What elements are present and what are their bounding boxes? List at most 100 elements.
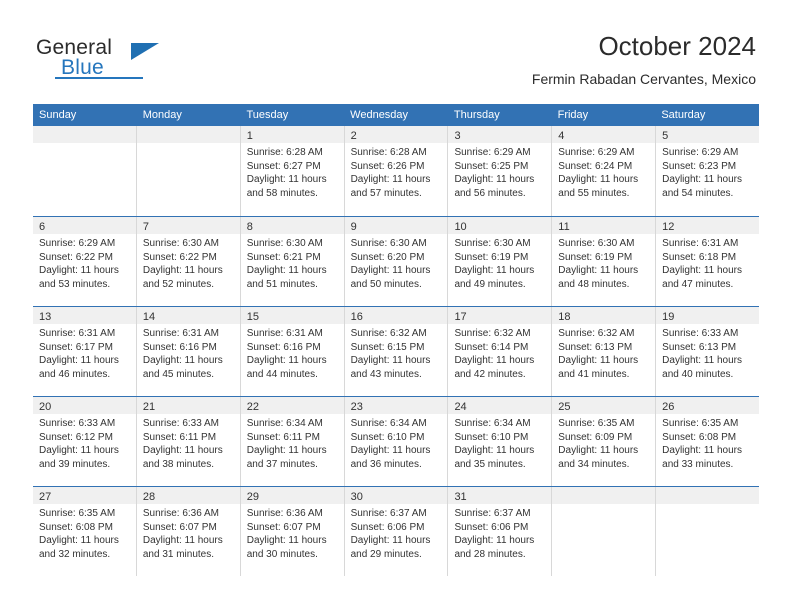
calendar-day-cell[interactable]: 24 Sunrise: 6:34 AM Sunset: 6:10 PM Dayligh… [447, 397, 552, 486]
calendar-day-cell[interactable]: 11 Sunrise: 6:30 AM Sunset: 6:19 PM Dayligh… [551, 217, 656, 306]
day-number-band: 23 [344, 397, 448, 414]
day-number-band [552, 487, 656, 504]
day-number: 25 [558, 401, 571, 413]
day-number: 4 [558, 130, 565, 142]
day-number-band: 1 [240, 126, 344, 143]
calendar-day-cell[interactable]: 10 Sunrise: 6:30 AM Sunset: 6:19 PM Dayligh… [447, 217, 552, 306]
daylight-text-line2: and 32 minutes. [39, 548, 111, 560]
calendar-day-cell[interactable]: 20 Sunrise: 6:33 AM Sunset: 6:12 PM Dayligh… [33, 397, 136, 486]
sunrise-text: Sunrise: 6:31 AM [662, 238, 739, 249]
day-number-band: 3 [448, 126, 552, 143]
calendar-day-cell[interactable]: 14 Sunrise: 6:31 AM Sunset: 6:16 PM Dayligh… [135, 307, 240, 396]
calendar-day-cell[interactable]: 4 Sunrise: 6:29 AM Sunset: 6:24 PM Daylight… [551, 126, 656, 216]
calendar-day-cell[interactable]: 19 Sunrise: 6:33 AM Sunset: 6:13 PM Dayligh… [655, 307, 760, 396]
sunrise-text: Sunrise: 6:35 AM [558, 418, 635, 429]
day-number-band: 29 [240, 487, 344, 504]
general-blue-logo[interactable]: General Blue [36, 36, 206, 88]
calendar-day-cell[interactable]: 3 Sunrise: 6:29 AM Sunset: 6:25 PM Daylight… [447, 126, 552, 216]
sunset-text: Sunset: 6:19 PM [558, 251, 633, 263]
calendar-day-cell[interactable]: 17 Sunrise: 6:32 AM Sunset: 6:14 PM Dayligh… [447, 307, 552, 396]
sunrise-text: Sunrise: 6:31 AM [142, 328, 220, 339]
day-number-band: 31 [448, 487, 552, 504]
calendar-day-cell[interactable]: 12 Sunrise: 6:31 AM Sunset: 6:18 PM Dayligh… [655, 217, 760, 306]
sunrise-text: Sunrise: 6:29 AM [662, 147, 739, 158]
daylight-text-line1: Daylight: 11 hours [558, 445, 639, 456]
sunset-text: Sunset: 6:08 PM [662, 431, 737, 443]
day-number: 31 [454, 491, 467, 503]
calendar-day-cell[interactable]: 18 Sunrise: 6:32 AM Sunset: 6:13 PM Dayligh… [551, 307, 656, 396]
calendar-day-cell[interactable]: 13 Sunrise: 6:31 AM Sunset: 6:17 PM Dayligh… [33, 307, 136, 396]
sunset-text: Sunset: 6:13 PM [558, 341, 633, 353]
calendar-day-cell[interactable]: 7 Sunrise: 6:30 AM Sunset: 6:22 PM Daylight… [135, 217, 240, 306]
day-number: 5 [662, 130, 669, 142]
day-sun-info: Sunrise: 6:34 AM Sunset: 6:11 PM Daylight:… [241, 414, 344, 471]
weekday-header-monday: Monday [142, 109, 182, 121]
calendar-day-cell[interactable]: 31 Sunrise: 6:37 AM Sunset: 6:06 PM Dayligh… [447, 487, 552, 576]
sunrise-text: Sunrise: 6:29 AM [39, 238, 116, 249]
page-header: General Blue October 2024 Fermin Rabadan… [0, 0, 792, 100]
daylight-text-line2: and 49 minutes. [454, 278, 526, 290]
sunrise-text: Sunrise: 6:36 AM [246, 508, 323, 519]
calendar-day-cell[interactable]: 25 Sunrise: 6:35 AM Sunset: 6:09 PM Dayligh… [551, 397, 656, 486]
sunset-text: Sunset: 6:20 PM [350, 251, 425, 263]
day-sun-info: Sunrise: 6:28 AM Sunset: 6:26 PM Daylight:… [345, 143, 448, 200]
calendar-day-cell[interactable]: 6 Sunrise: 6:29 AM Sunset: 6:22 PM Daylight… [33, 217, 136, 306]
weekday-header-row: Sunday Monday Tuesday Wednesday Thursday… [33, 104, 759, 126]
daylight-text-line2: and 57 minutes. [350, 187, 422, 199]
calendar-day-cell[interactable]: 28 Sunrise: 6:36 AM Sunset: 6:07 PM Dayligh… [135, 487, 240, 576]
sunset-text: Sunset: 6:09 PM [558, 431, 633, 443]
calendar-day-cell[interactable]: 21 Sunrise: 6:33 AM Sunset: 6:11 PM Dayligh… [135, 397, 240, 486]
calendar-day-cell[interactable]: 30 Sunrise: 6:37 AM Sunset: 6:06 PM Dayligh… [343, 487, 448, 576]
calendar-day-cell[interactable]: 15 Sunrise: 6:31 AM Sunset: 6:16 PM Dayligh… [239, 307, 344, 396]
calendar-day-cell-empty [655, 487, 760, 576]
calendar-day-cell[interactable]: 16 Sunrise: 6:32 AM Sunset: 6:15 PM Dayligh… [343, 307, 448, 396]
calendar-day-cell[interactable]: 9 Sunrise: 6:30 AM Sunset: 6:20 PM Daylight… [343, 217, 448, 306]
calendar-day-cell[interactable]: 29 Sunrise: 6:36 AM Sunset: 6:07 PM Dayligh… [239, 487, 344, 576]
weekday-header-tuesday: Tuesday [246, 109, 289, 121]
sunrise-text: Sunrise: 6:35 AM [662, 418, 739, 429]
daylight-text-line2: and 31 minutes. [142, 548, 215, 560]
daylight-text-line1: Daylight: 11 hours [558, 355, 639, 366]
daylight-text-line2: and 42 minutes. [454, 368, 526, 380]
calendar-day-cell[interactable]: 22 Sunrise: 6:34 AM Sunset: 6:11 PM Dayligh… [239, 397, 344, 486]
logo-text-blue: Blue [61, 56, 104, 79]
daylight-text-line1: Daylight: 11 hours [454, 174, 535, 185]
day-number-band: 19 [656, 307, 760, 324]
day-number: 30 [350, 491, 363, 503]
sunset-text: Sunset: 6:11 PM [246, 431, 320, 443]
calendar-day-cell[interactable]: 2 Sunrise: 6:28 AM Sunset: 6:26 PM Daylight… [343, 126, 448, 216]
calendar-day-cell[interactable]: 23 Sunrise: 6:34 AM Sunset: 6:10 PM Dayligh… [343, 397, 448, 486]
daylight-text-line1: Daylight: 11 hours [350, 535, 431, 546]
day-number: 1 [246, 130, 253, 142]
calendar-day-cell[interactable]: 1 Sunrise: 6:28 AM Sunset: 6:27 PM Daylight… [239, 126, 344, 216]
day-number-band: 13 [33, 307, 136, 324]
daylight-text-line1: Daylight: 11 hours [246, 355, 327, 366]
sunset-text: Sunset: 6:10 PM [350, 431, 425, 443]
sunset-text: Sunset: 6:15 PM [350, 341, 425, 353]
sunrise-text: Sunrise: 6:30 AM [454, 238, 531, 249]
day-number-band: 18 [552, 307, 656, 324]
sunset-text: Sunset: 6:12 PM [39, 431, 113, 443]
sunset-text: Sunset: 6:17 PM [39, 341, 113, 353]
day-sun-info: Sunrise: 6:33 AM Sunset: 6:11 PM Daylight:… [137, 414, 240, 471]
day-number: 7 [142, 221, 149, 233]
day-number-band: 9 [344, 217, 448, 234]
daylight-text-line2: and 41 minutes. [558, 368, 630, 380]
sunrise-text: Sunrise: 6:30 AM [142, 238, 220, 249]
sunrise-text: Sunrise: 6:33 AM [662, 328, 739, 339]
calendar-day-cell[interactable]: 5 Sunrise: 6:29 AM Sunset: 6:23 PM Daylight… [655, 126, 760, 216]
daylight-text-line2: and 40 minutes. [662, 368, 734, 380]
day-sun-info: Sunrise: 6:34 AM Sunset: 6:10 PM Daylight:… [345, 414, 448, 471]
calendar-day-cell[interactable]: 26 Sunrise: 6:35 AM Sunset: 6:08 PM Dayligh… [655, 397, 760, 486]
day-sun-info: Sunrise: 6:33 AM Sunset: 6:13 PM Daylight:… [656, 324, 759, 381]
day-sun-info: Sunrise: 6:32 AM Sunset: 6:14 PM Daylight:… [448, 324, 551, 381]
day-sun-info: Sunrise: 6:31 AM Sunset: 6:16 PM Daylight:… [241, 324, 344, 381]
sunset-text: Sunset: 6:26 PM [350, 160, 425, 172]
day-sun-info: Sunrise: 6:31 AM Sunset: 6:18 PM Daylight:… [656, 234, 759, 291]
page-subtitle: Fermin Rabadan Cervantes, Mexico [531, 71, 756, 87]
calendar-day-cell[interactable]: 27 Sunrise: 6:35 AM Sunset: 6:08 PM Dayligh… [33, 487, 136, 576]
day-sun-info: Sunrise: 6:29 AM Sunset: 6:22 PM Daylight:… [33, 234, 136, 291]
daylight-text-line1: Daylight: 11 hours [350, 445, 431, 456]
calendar-day-cell[interactable]: 8 Sunrise: 6:30 AM Sunset: 6:21 PM Daylight… [239, 217, 344, 306]
day-number-band: 20 [33, 397, 136, 414]
